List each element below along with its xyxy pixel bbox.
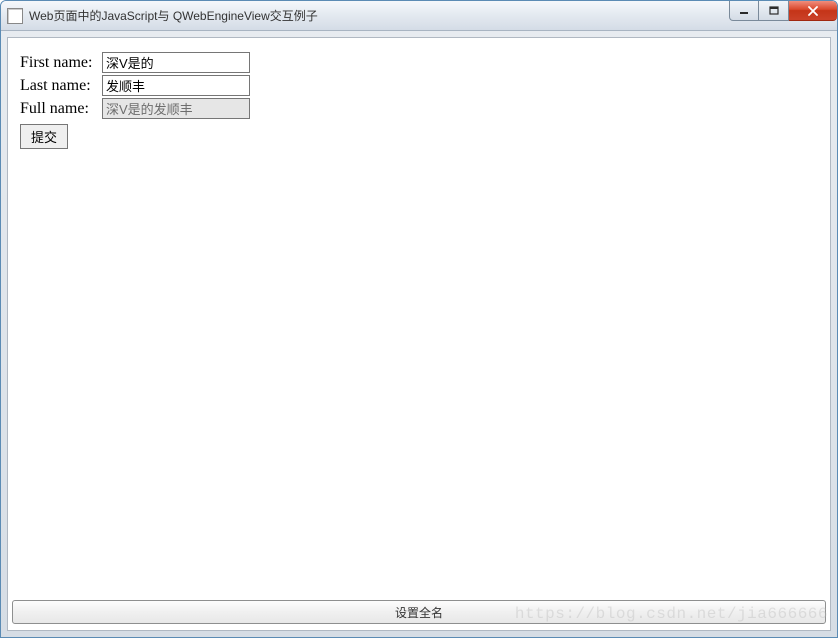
window-controls (729, 1, 837, 23)
full-name-label: Full name: (20, 100, 100, 118)
window-title: Web页面中的JavaScript与 QWebEngineView交互例子 (29, 7, 831, 24)
maximize-icon (768, 6, 780, 16)
submit-button[interactable]: 提交 (20, 124, 68, 149)
bottom-toolbar: 设置全名 (8, 596, 830, 630)
set-full-name-button[interactable]: 设置全名 (12, 600, 826, 624)
first-name-label: First name: (20, 54, 100, 72)
full-name-row: Full name: (20, 98, 818, 119)
client-area: First name: Last name: Full name: 提交 设置全… (7, 37, 831, 631)
web-view: First name: Last name: Full name: 提交 (8, 38, 830, 596)
maximize-button[interactable] (759, 1, 789, 21)
close-icon (807, 6, 819, 16)
last-name-input[interactable] (102, 75, 250, 96)
app-icon (7, 8, 23, 24)
first-name-row: First name: (20, 52, 818, 73)
titlebar[interactable]: Web页面中的JavaScript与 QWebEngineView交互例子 (1, 1, 837, 31)
full-name-input (102, 98, 250, 119)
minimize-icon (738, 6, 750, 16)
last-name-row: Last name: (20, 75, 818, 96)
last-name-label: Last name: (20, 77, 100, 95)
minimize-button[interactable] (729, 1, 759, 21)
close-button[interactable] (789, 1, 837, 21)
first-name-input[interactable] (102, 52, 250, 73)
application-window: Web页面中的JavaScript与 QWebEngineView交互例子 (0, 0, 838, 638)
